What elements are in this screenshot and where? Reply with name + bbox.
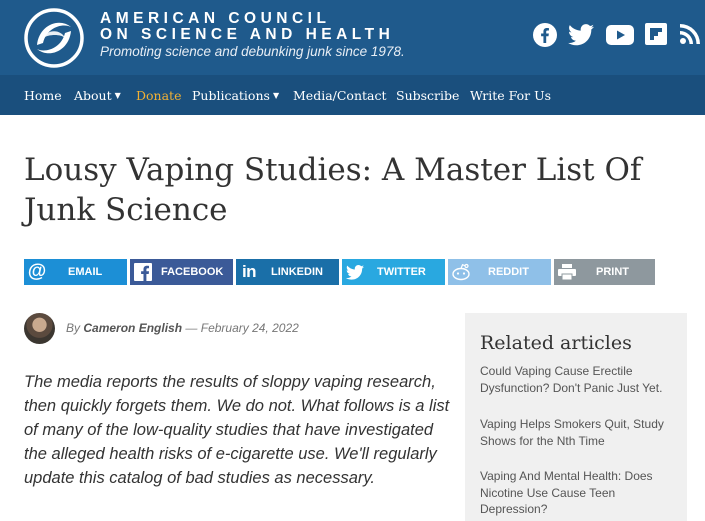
acsh-logo-icon[interactable]	[23, 7, 85, 69]
org-name-line1: AMERICAN COUNCIL	[100, 10, 331, 27]
share-twitter-button[interactable]: TWITTER	[342, 259, 445, 285]
nav-label: Publications	[192, 88, 270, 103]
org-name-line2: ON SCIENCE AND HEALTH	[100, 26, 395, 43]
author-link[interactable]: Cameron English	[83, 321, 182, 335]
share-label: PRINT	[596, 266, 629, 278]
nav-label: Donate	[136, 88, 182, 103]
nav-label: Home	[24, 88, 62, 103]
org-name[interactable]: AMERICAN COUNCIL ON SCIENCE AND HEALTH	[100, 11, 394, 43]
site-header: AMERICAN COUNCIL ON SCIENCE AND HEALTH P…	[0, 0, 705, 75]
byline-prefix: By	[66, 321, 81, 335]
nav-donate[interactable]: Donate	[136, 88, 181, 103]
facebook-icon[interactable]	[533, 23, 557, 49]
rss-icon[interactable]	[679, 23, 701, 49]
avatar[interactable]	[24, 313, 55, 344]
youtube-icon[interactable]	[606, 23, 634, 49]
share-label: EMAIL	[68, 266, 103, 278]
related-articles-panel: Related articles Could Vaping Cause Erec…	[465, 313, 687, 521]
related-link[interactable]: Vaping Helps Smokers Quit, Study Shows f…	[480, 416, 680, 449]
twitter-icon[interactable]	[568, 23, 594, 49]
share-email-button[interactable]: @ EMAIL	[24, 259, 127, 285]
twitter-icon	[342, 259, 368, 285]
chevron-down-icon: ▼	[114, 91, 121, 100]
share-facebook-button[interactable]: FACEBOOK	[130, 259, 233, 285]
share-reddit-button[interactable]: REDDIT	[448, 259, 551, 285]
publish-date: February 24, 2022	[200, 321, 299, 335]
related-heading: Related articles	[480, 332, 632, 354]
share-print-button[interactable]: PRINT	[554, 259, 655, 285]
tagline: Promoting science and debunking junk sin…	[100, 44, 405, 59]
nav-label: Media/Contact	[293, 88, 387, 103]
nav-label: About	[74, 88, 112, 103]
article-lede: The media reports the results of sloppy …	[24, 373, 450, 487]
byline-separator: —	[185, 321, 198, 335]
flipboard-icon[interactable]	[645, 23, 667, 49]
related-link[interactable]: Could Vaping Cause Erectile Dysfunction?…	[480, 363, 680, 396]
page-title: Lousy Vaping Studies: A Master List Of J…	[24, 152, 642, 228]
share-linkedin-button[interactable]: in LINKEDIN	[236, 259, 339, 285]
facebook-icon	[130, 259, 156, 285]
byline: By Cameron English — February 24, 2022	[66, 321, 299, 335]
nav-media-contact[interactable]: Media/Contact	[293, 88, 387, 103]
share-label: FACEBOOK	[161, 266, 224, 278]
main-nav: Home About ▼ Donate Publications ▼ Media/C…	[0, 75, 705, 115]
at-icon: @	[27, 261, 47, 282]
nav-about[interactable]: About ▼	[74, 88, 121, 103]
reddit-icon	[448, 259, 474, 285]
nav-write-for-us[interactable]: Write For Us	[470, 88, 551, 103]
printer-icon	[554, 259, 580, 285]
linkedin-icon: in	[241, 262, 257, 281]
share-label: LINKEDIN	[271, 266, 323, 278]
nav-subscribe[interactable]: Subscribe	[396, 88, 459, 103]
nav-home[interactable]: Home	[24, 88, 62, 103]
share-label: REDDIT	[488, 266, 529, 278]
nav-publications[interactable]: Publications ▼	[192, 88, 279, 103]
nav-label: Subscribe	[396, 88, 460, 103]
related-link[interactable]: Vaping And Mental Health: Does Nicotine …	[480, 468, 680, 518]
share-label: TWITTER	[377, 266, 426, 278]
chevron-down-icon: ▼	[272, 91, 280, 100]
nav-label: Write For Us	[470, 88, 552, 103]
